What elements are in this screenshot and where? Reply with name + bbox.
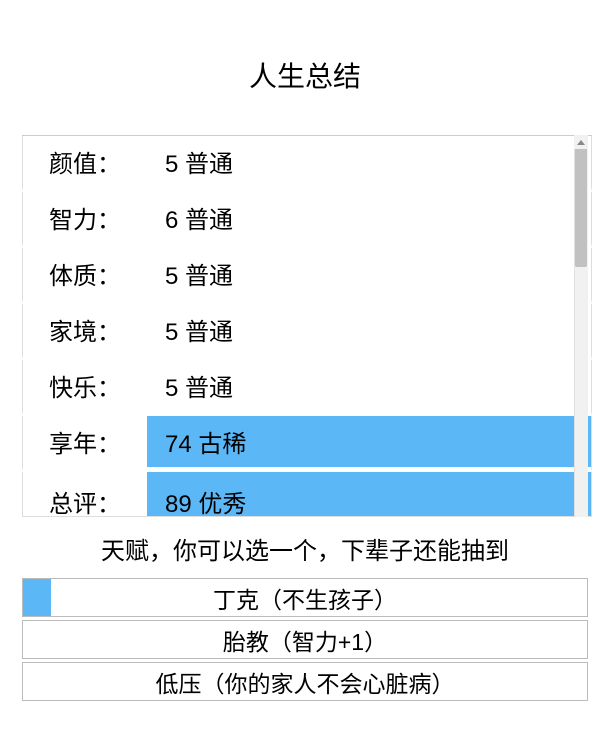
scrollbar-arrow-up-icon[interactable] (574, 135, 588, 149)
app-container: 人生总结 颜值： 5 普通 智力： 6 普通 体质： 5 普通 家境： 5 普通… (0, 0, 610, 746)
talent-option-lowpressure[interactable]: 低压（你的家人不会心脏病） (22, 662, 588, 701)
stat-value: 5 普通 (147, 360, 591, 411)
talent-header: 天赋，你可以选一个，下辈子还能抽到 (22, 531, 588, 566)
stat-row-wealth: 家境： 5 普通 (22, 304, 592, 360)
talent-option-prenatal[interactable]: 胎教（智力+1） (22, 620, 588, 659)
stat-label: 家境： (23, 304, 147, 355)
talent-section: 天赋，你可以选一个，下辈子还能抽到 丁克（不生孩子） 胎教（智力+1） 低压（你… (0, 531, 610, 701)
stat-row-intelligence: 智力： 6 普通 (22, 192, 592, 248)
stats-list: 颜值： 5 普通 智力： 6 普通 体质： 5 普通 家境： 5 普通 快乐： … (22, 135, 592, 517)
stat-value: 5 普通 (147, 136, 591, 187)
scrollbar-thumb[interactable] (575, 147, 587, 267)
stat-value: 89 优秀 (147, 472, 591, 516)
stat-label: 享年： (23, 416, 147, 467)
stat-label: 智力： (23, 192, 147, 243)
stat-row-happiness: 快乐： 5 普通 (22, 360, 592, 416)
stat-row-appearance: 颜值： 5 普通 (22, 136, 592, 192)
stat-value: 6 普通 (147, 192, 591, 243)
stat-row-lifespan: 享年： 74 古稀 (22, 416, 592, 472)
talent-text: 丁克（不生孩子） (213, 581, 397, 615)
stat-value: 74 古稀 (147, 416, 591, 467)
stat-value: 5 普通 (147, 304, 591, 355)
stat-label: 快乐： (23, 360, 147, 411)
talent-option-dink[interactable]: 丁克（不生孩子） (22, 578, 588, 617)
page-title: 人生总结 (0, 55, 610, 95)
scrollbar-track[interactable] (574, 135, 588, 517)
stat-value: 5 普通 (147, 248, 591, 299)
stat-label: 体质： (23, 248, 147, 299)
stat-label: 颜值： (23, 136, 147, 187)
selected-indicator (23, 579, 51, 616)
stat-label: 总评： (23, 472, 147, 516)
stat-row-constitution: 体质： 5 普通 (22, 248, 592, 304)
stat-row-overall: 总评： 89 优秀 (22, 472, 592, 516)
talent-text: 胎教（智力+1） (223, 623, 387, 657)
talent-text: 低压（你的家人不会心脏病） (156, 665, 455, 699)
stats-scroll-wrapper: 颜值： 5 普通 智力： 6 普通 体质： 5 普通 家境： 5 普通 快乐： … (0, 135, 610, 517)
